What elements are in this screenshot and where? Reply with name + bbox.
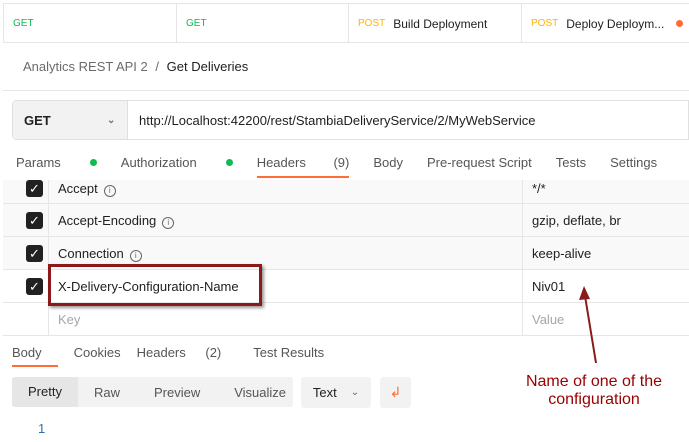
checkbox[interactable]: ✓ — [26, 278, 43, 295]
method-value: GET — [24, 112, 51, 128]
count-badge: (9) — [333, 155, 350, 170]
header-key[interactable]: Connection i — [58, 246, 142, 262]
tab-params[interactable]: Params — [16, 155, 97, 170]
tab-authorization[interactable]: Authorization — [121, 155, 233, 170]
format-value: Text — [312, 385, 337, 400]
method-label: GET — [186, 18, 207, 29]
view-preview[interactable]: Preview — [132, 385, 212, 400]
tab-test-results[interactable]: Test Results — [253, 345, 324, 360]
value-input[interactable]: Value — [532, 312, 564, 327]
breadcrumb-separator: / — [155, 59, 160, 74]
annotation-line: Name of one of the — [525, 373, 663, 390]
request-tabs: Params Authorization Headers (9) Body Pr… — [16, 155, 682, 178]
view-mode-group: Pretty Raw Preview Visualize — [12, 377, 293, 407]
tab-label: Headers — [136, 345, 186, 360]
divider — [3, 90, 689, 91]
header-value[interactable]: gzip, deflate, br — [532, 213, 621, 228]
highlight-box — [48, 264, 262, 306]
breadcrumb-request: Get Deliveries — [166, 59, 249, 74]
active-tab-indicator — [12, 365, 58, 367]
method-label: GET — [13, 18, 34, 29]
tab-label: Build Deployment — [393, 16, 488, 31]
active-dot-icon — [225, 159, 233, 166]
checkbox[interactable]: ✓ — [26, 212, 43, 229]
method-label: POST — [531, 18, 559, 29]
key-input[interactable]: Key — [58, 312, 80, 327]
line-number: 1 — [38, 421, 46, 436]
header-key[interactable]: Accept-Encoding i — [58, 213, 175, 229]
request-tab[interactable]: POST Build Deployment — [348, 4, 521, 43]
request-tab[interactable]: POST Deploy Deploym... — [521, 4, 689, 43]
tab-settings[interactable]: Settings — [610, 155, 657, 170]
tab-cookies[interactable]: Cookies — [74, 345, 121, 360]
breadcrumb-collection[interactable]: Analytics REST API 2 — [23, 59, 148, 74]
tab-headers[interactable]: Headers (9) — [256, 155, 350, 178]
view-visualize[interactable]: Visualize — [212, 385, 298, 400]
tab-tests[interactable]: Tests — [556, 155, 586, 170]
url-bar: GET ⌄ http://Localhost:42200/rest/Stambia… — [12, 100, 689, 140]
header-value[interactable]: keep-alive — [532, 246, 591, 261]
unsaved-dot-icon — [676, 20, 684, 27]
breadcrumb: Analytics REST API 2 / Get Deliveries — [23, 59, 248, 74]
annotation-arrow — [579, 286, 597, 364]
info-icon[interactable]: i — [103, 185, 116, 197]
active-tab-indicator — [256, 176, 350, 178]
info-icon[interactable]: i — [129, 250, 142, 262]
wrap-lines-button[interactable]: ↲ — [380, 377, 411, 408]
tab-label: Body — [12, 345, 42, 360]
header-row: ✓ Accept i */* — [3, 180, 689, 204]
active-dot-icon — [89, 159, 97, 166]
request-tab[interactable]: GET — [4, 4, 176, 43]
tab-body[interactable]: Body — [373, 155, 403, 170]
method-select[interactable]: GET ⌄ — [13, 101, 128, 139]
annotation-line: configuration — [548, 391, 640, 408]
annotation-note: Name of one of the configuration — [520, 373, 668, 409]
header-value[interactable]: */* — [532, 181, 546, 196]
checkbox[interactable]: ✓ — [26, 245, 43, 262]
view-pretty[interactable]: Pretty — [12, 377, 78, 407]
tab-pre-request-script[interactable]: Pre-request Script — [427, 155, 532, 170]
view-raw[interactable]: Raw — [78, 385, 132, 400]
tab-response-headers[interactable]: Headers (2) — [137, 345, 238, 360]
response-tabs: Body Cookies Headers (2) Test Results — [12, 345, 340, 367]
info-icon[interactable]: i — [162, 217, 175, 229]
tab-label: Deploy Deploym... — [566, 16, 665, 31]
url-input[interactable]: http://Localhost:42200/rest/StambiaDeliv… — [128, 101, 535, 139]
count-badge: (2) — [205, 345, 222, 360]
request-tab[interactable]: GET — [176, 4, 348, 43]
tab-label: Authorization — [120, 155, 197, 170]
checkbox[interactable]: ✓ — [26, 180, 43, 197]
header-key[interactable]: Accept i — [58, 181, 116, 197]
header-value[interactable]: Niv01 — [532, 279, 565, 294]
wrap-lines-icon: ↲ — [389, 384, 402, 400]
format-select[interactable]: Text ⌄ — [301, 377, 371, 408]
chevron-down-icon: ⌄ — [107, 114, 116, 126]
header-row: ✓ Accept-Encoding i gzip, deflate, br — [3, 204, 689, 237]
method-label: POST — [358, 18, 386, 29]
request-tab-bar: GET GET POST Build Deployment POST Deploy … — [3, 3, 689, 43]
tab-response-body[interactable]: Body — [12, 345, 58, 367]
arrow-head — [579, 286, 590, 300]
tab-label: Params — [16, 155, 61, 170]
arrow-line — [584, 295, 597, 364]
chevron-down-icon: ⌄ — [350, 387, 360, 398]
tab-label: Headers — [256, 155, 306, 170]
